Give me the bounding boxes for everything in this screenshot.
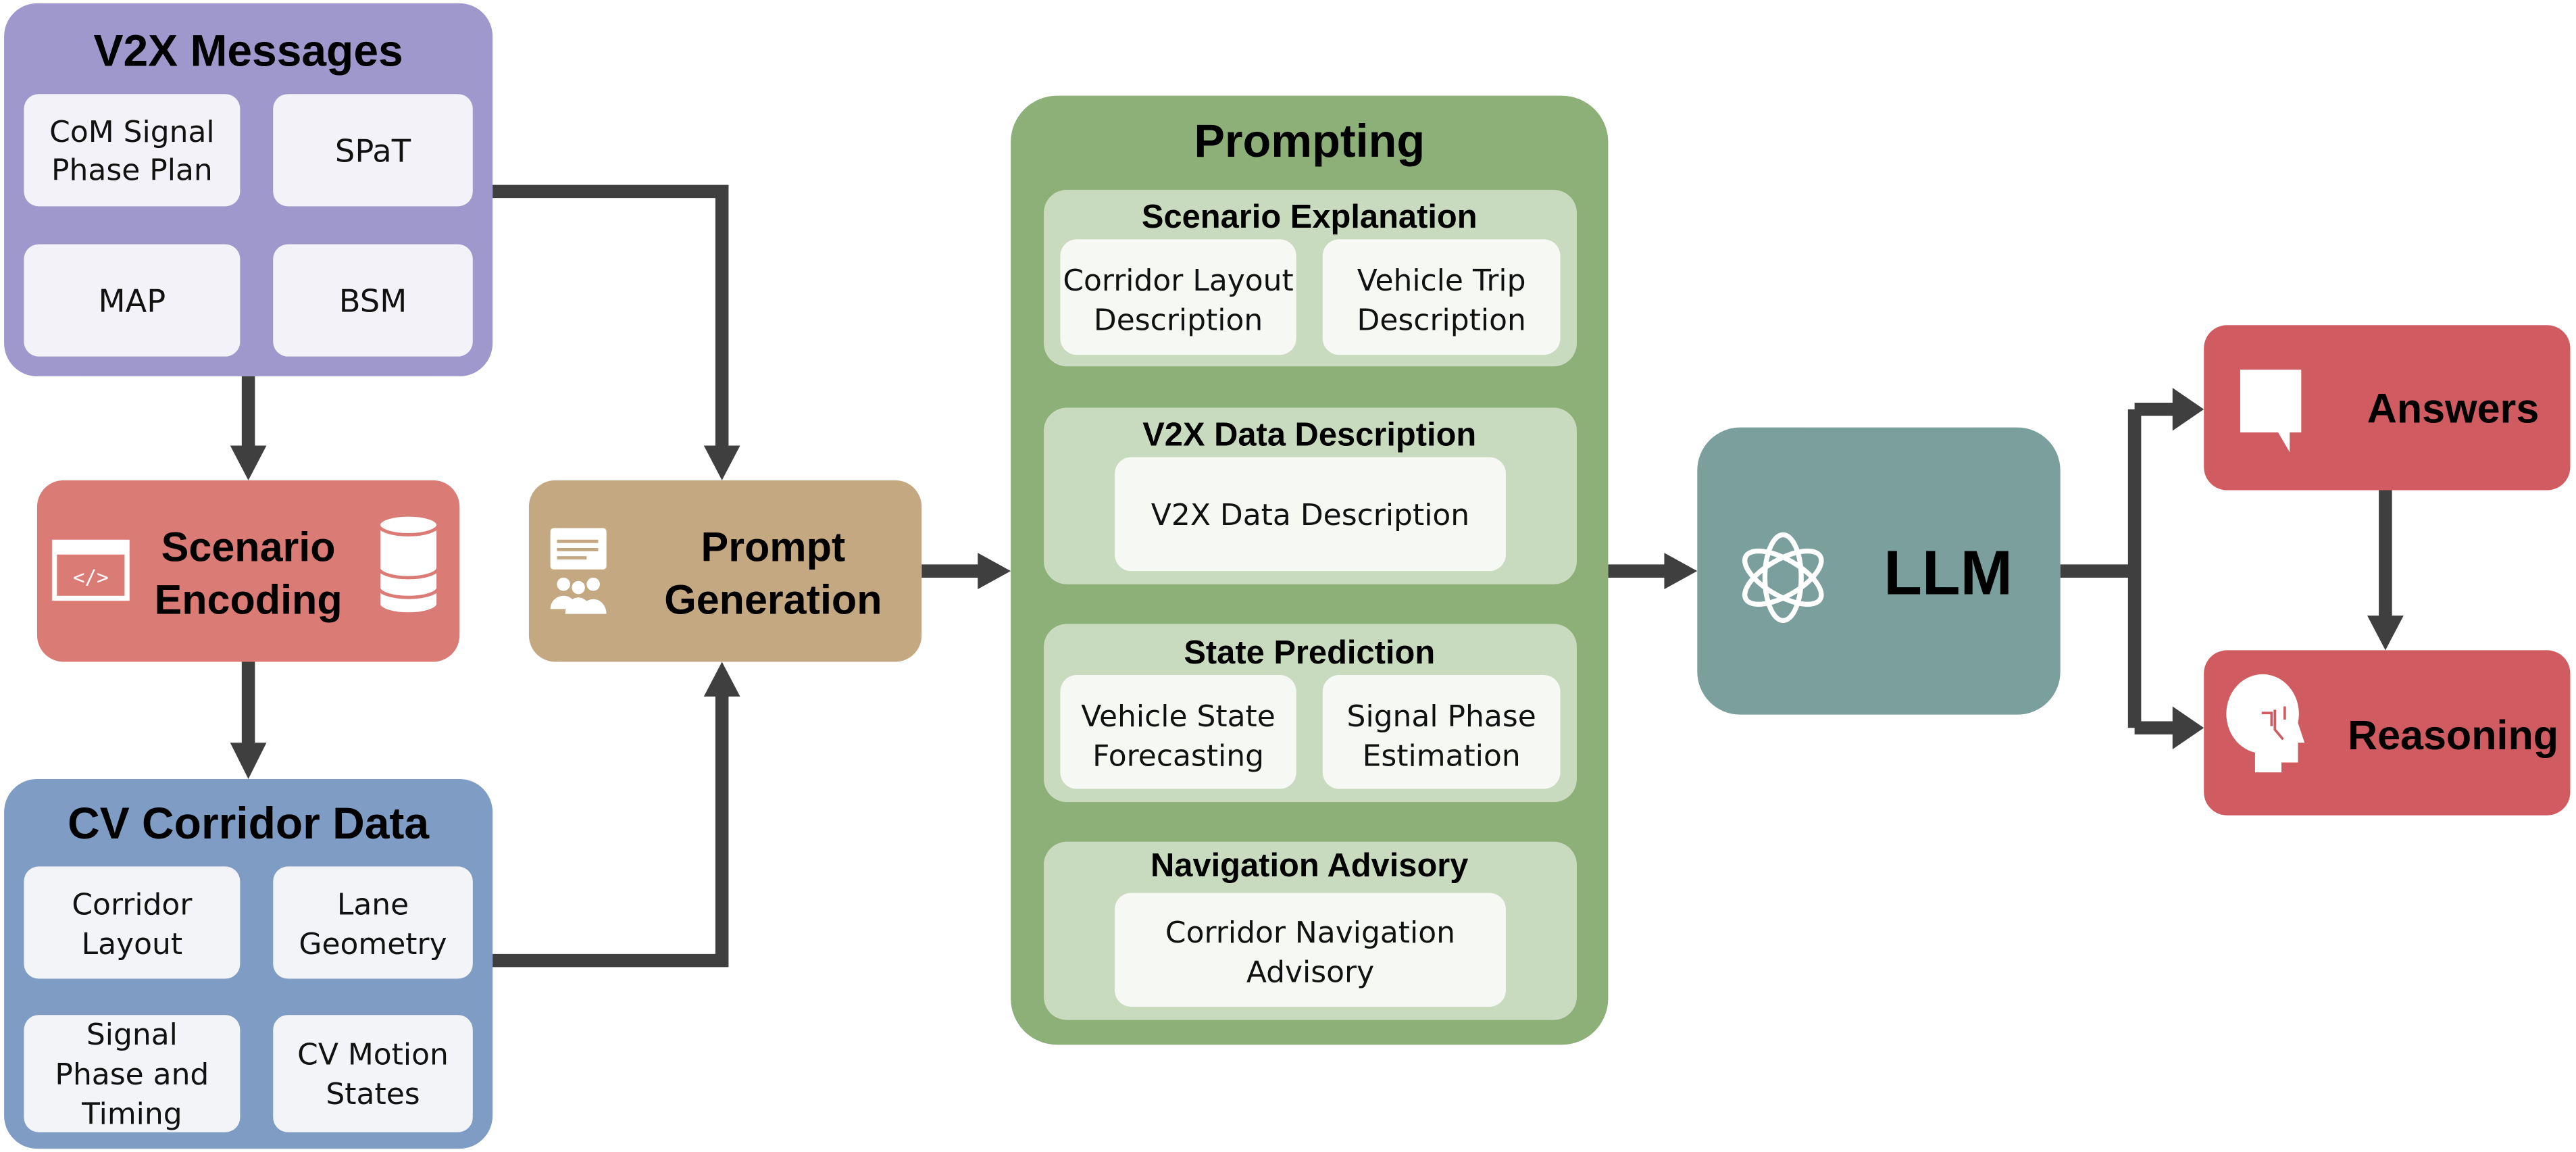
arrow-corridor-to-prompt-gen xyxy=(493,693,729,968)
item-label: BSM xyxy=(339,283,407,320)
code-window-icon: </> xyxy=(51,539,130,601)
section-navigation-advisory: Navigation Advisory Corridor Navigation A… xyxy=(1043,841,1577,1020)
arrowhead xyxy=(230,445,267,480)
prompt-generation-box: Prompt Generation xyxy=(528,480,922,662)
pipeline-diagram: V2X Messages CoM Signal Phase Plan SPaT M… xyxy=(4,3,2571,1149)
answers-box: Answers xyxy=(2204,325,2571,491)
arrowhead xyxy=(2172,388,2204,431)
section-title: V2X Data Description xyxy=(1142,417,1476,453)
arrowhead xyxy=(2367,616,2404,651)
cv-corridor-data-panel: CV Corridor Data Corridor Layout Lane Geom… xyxy=(4,778,493,1149)
arrow-v2x-to-prompt-gen xyxy=(493,184,729,449)
arrowhead xyxy=(1664,553,1698,590)
reasoning-box: Reasoning xyxy=(2204,650,2571,816)
section-title: Scenario Explanation xyxy=(1142,199,1478,235)
arrow-llm-to-outputs xyxy=(2060,403,2176,734)
box-title: Answers xyxy=(2367,385,2539,431)
section-v2x-data-description: V2X Data Description V2X Data Descriptio… xyxy=(1043,407,1577,584)
prompting-panel: Prompting Scenario Explanation Corridor … xyxy=(1011,95,1609,1045)
llm-box: LLM xyxy=(1697,427,2061,715)
v2x-messages-panel: V2X Messages CoM Signal Phase Plan SPaT M… xyxy=(4,3,493,376)
section-state-prediction: State Prediction Vehicle State Forecastin… xyxy=(1043,624,1577,803)
box-title: Reasoning xyxy=(2348,712,2558,758)
arrowhead xyxy=(2172,706,2204,749)
section-title: State Prediction xyxy=(1184,634,1435,671)
panel-title: V2X Messages xyxy=(94,26,403,76)
section-title: Navigation Advisory xyxy=(1151,847,1468,884)
arrowhead xyxy=(230,743,267,779)
arrowhead xyxy=(703,661,740,697)
box-title: LLM xyxy=(1884,537,2013,607)
arrowhead xyxy=(978,553,1011,590)
database-icon xyxy=(377,513,440,616)
panel-title: CV Corridor Data xyxy=(68,798,430,848)
svg-text:</>: </> xyxy=(73,566,109,589)
item-label: V2X Data Description xyxy=(1151,498,1469,532)
scenario-encoding-box: </> Scenario Encoding xyxy=(36,480,460,662)
arrowhead xyxy=(703,445,740,480)
item-label: MAP xyxy=(99,283,166,320)
section-scenario-explanation: Scenario Explanation Corridor Layout Desc… xyxy=(1043,189,1577,367)
item-label: SPaT xyxy=(335,132,411,169)
panel-title: Prompting xyxy=(1194,116,1425,167)
